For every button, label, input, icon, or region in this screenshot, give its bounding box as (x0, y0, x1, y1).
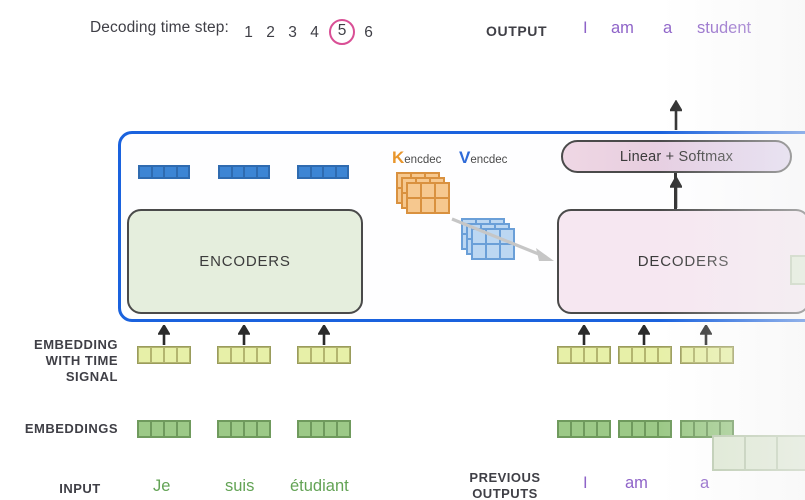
decoding-step-6[interactable]: 6 (358, 22, 379, 43)
v-encdec-label: Vencdec (459, 148, 507, 168)
k-encdec-label: Kencdec (392, 148, 441, 168)
output-word-1: am (611, 19, 634, 37)
encoder-output-vector-2 (297, 165, 349, 179)
input-label: INPUT (59, 481, 101, 496)
prev-out-line-0: PREVIOUS (469, 470, 541, 485)
linear-softmax-block[interactable]: Linear + Softmax (561, 140, 792, 173)
prev-out-line-1: OUTPUTS (472, 486, 538, 500)
decoding-step-list: 1 2 3 4 5 6 (238, 19, 380, 45)
decoders-block[interactable]: DECODERS (557, 209, 805, 314)
output-word-2: a (663, 19, 673, 37)
encoder-input-arrow-0-icon (158, 325, 170, 345)
decoding-step-5-active[interactable]: 5 (329, 19, 355, 45)
input-word-0: Je (153, 477, 171, 495)
encoder-embedding-vector-1 (217, 420, 271, 438)
output-word-0: I (583, 19, 588, 37)
embedding-with-time-signal-label: EMBEDDING WITH TIME SIGNAL (0, 337, 118, 385)
previous-outputs-label: PREVIOUS OUTPUTS (455, 470, 555, 500)
linear-softmax-label: Linear + Softmax (619, 148, 734, 165)
previous-output-word-1: am (625, 474, 648, 492)
encoder-output-vector-0 (138, 165, 190, 179)
encoder-input-arrow-2-icon (318, 325, 330, 345)
decoders-label: DECODERS (637, 253, 730, 270)
zoomed-embedding-vector (712, 435, 805, 471)
v-letter: V (459, 148, 471, 167)
kv-to-decoder-arrow-icon (450, 215, 562, 270)
k-encdec-matrix (396, 172, 454, 218)
decoding-time-step-label: Decoding time step: (90, 19, 229, 36)
decoding-step-2[interactable]: 2 (260, 22, 281, 43)
previous-output-word-2: a (700, 474, 710, 492)
decoding-step-4[interactable]: 4 (304, 22, 325, 43)
k-subscript: encdec (404, 154, 442, 166)
output-label: OUTPUT (486, 23, 548, 39)
decoder-input-arrow-0-icon (578, 325, 590, 345)
decoder-to-linear-arrow-icon (670, 176, 682, 208)
diagram-canvas: Decoding time step: 1 2 3 4 5 6 OUTPUT I… (0, 0, 805, 500)
v-subscript: encdec (470, 154, 508, 166)
output-up-arrow-icon (670, 100, 682, 130)
input-word-1: suis (225, 477, 255, 495)
encoders-label: ENCODERS (199, 253, 291, 270)
previous-output-word-0: I (583, 474, 588, 492)
decoder-embedding-vector-1 (618, 420, 672, 438)
ets-line-1: WITH TIME (45, 353, 118, 368)
ets-line-0: EMBEDDING (34, 337, 118, 352)
decoder-input-arrow-1-icon (638, 325, 650, 345)
decoder-time-signal-vector-2 (680, 346, 734, 364)
decoding-step-1[interactable]: 1 (238, 22, 259, 43)
offscreen-pale-vector (790, 255, 805, 285)
encoder-embedding-vector-0 (137, 420, 191, 438)
encoder-time-signal-vector-2 (297, 346, 351, 364)
decoder-input-arrow-2-icon (700, 325, 712, 345)
output-word-3: student (697, 19, 752, 37)
decoder-embedding-vector-0 (557, 420, 611, 438)
decoding-step-3[interactable]: 3 (282, 22, 303, 43)
encoders-block[interactable]: ENCODERS (127, 209, 363, 314)
encoder-embedding-vector-2 (297, 420, 351, 438)
encoder-time-signal-vector-0 (137, 346, 191, 364)
encoder-input-arrow-1-icon (238, 325, 250, 345)
embeddings-label: EMBEDDINGS (24, 421, 118, 436)
decoder-time-signal-vector-1 (618, 346, 672, 364)
k-letter: K (392, 148, 405, 167)
input-word-2: étudiant (290, 477, 349, 495)
decoder-time-signal-vector-0 (557, 346, 611, 364)
ets-line-2: SIGNAL (65, 369, 118, 384)
encoder-output-vector-1 (218, 165, 270, 179)
encoder-time-signal-vector-1 (217, 346, 271, 364)
